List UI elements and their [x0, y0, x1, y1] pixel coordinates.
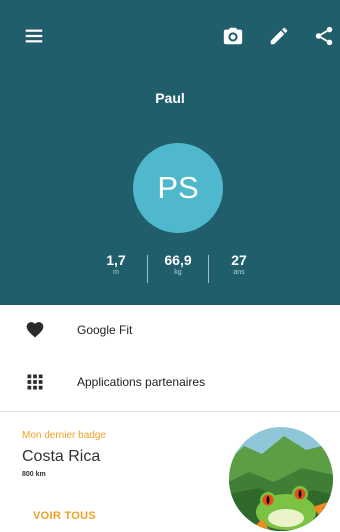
badge-section-title: Mon dernier badge: [22, 430, 106, 441]
menu-item-partner-apps[interactable]: Applications partenaires: [0, 362, 340, 402]
avatar[interactable]: PS: [133, 143, 223, 233]
profile-stats: 1,7 m 66,9 kg 27 ans: [0, 252, 340, 286]
menu-item-label: Google Fit: [77, 323, 133, 337]
edit-icon[interactable]: [267, 24, 291, 48]
grid-icon: [24, 371, 46, 393]
share-icon[interactable]: [312, 24, 336, 48]
see-all-button[interactable]: VOIR TOUS: [33, 510, 96, 522]
menu-item-google-fit[interactable]: Google Fit: [0, 310, 340, 350]
height-stat: 1,7 m: [96, 252, 136, 277]
height-value: 1,7: [106, 252, 126, 268]
height-unit: m: [113, 269, 119, 276]
profile-name: Paul: [155, 90, 185, 106]
weight-value: 66,9: [164, 252, 192, 268]
heart-icon: [24, 319, 46, 341]
profile-header: Paul PS 1,7 m 66,9 kg 27 ans: [0, 0, 340, 305]
section-divider: [0, 411, 340, 412]
menu-item-label: Applications partenaires: [77, 375, 206, 389]
age-value: 27: [231, 252, 247, 268]
age-unit: ans: [233, 269, 245, 276]
stat-divider: [147, 255, 148, 283]
weight-unit: kg: [174, 269, 182, 276]
costa-rica-badge-image[interactable]: [224, 424, 338, 532]
weight-stat: 66,9 kg: [158, 252, 198, 277]
stat-divider: [208, 255, 209, 283]
badge-distance: 800 km: [22, 471, 46, 478]
badge-name: Costa Rica: [22, 448, 101, 465]
age-stat: 27 ans: [219, 252, 259, 277]
menu-icon[interactable]: [22, 24, 46, 48]
camera-icon[interactable]: [221, 24, 245, 48]
